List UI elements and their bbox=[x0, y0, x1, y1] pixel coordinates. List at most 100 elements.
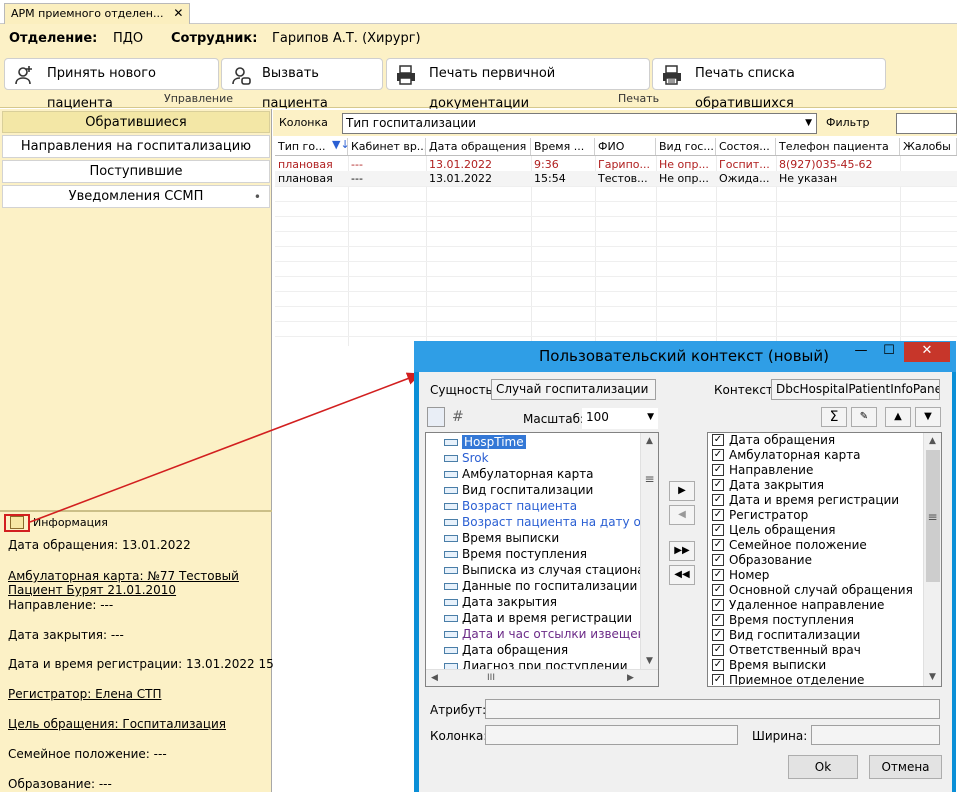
tree-item-label: Дата и час отсылки извещения bbox=[462, 627, 640, 641]
checkbox[interactable]: ✓ bbox=[712, 584, 724, 596]
tree-item[interactable]: +Данные по госпитализации bbox=[444, 579, 638, 594]
sum-button[interactable]: Σ bbox=[821, 407, 847, 427]
tree-list: HospTime Srok +Амбулаторная картаВид госпи… bbox=[444, 435, 640, 669]
checkbox[interactable]: ✓ bbox=[712, 629, 724, 641]
checkbox[interactable]: ✓ bbox=[712, 464, 724, 476]
tree-item[interactable]: HospTime bbox=[444, 435, 526, 450]
checkbox[interactable]: ✓ bbox=[712, 569, 724, 581]
context-item-label: Дата обращения bbox=[729, 433, 836, 447]
context-item-label: Приемное отделение bbox=[729, 673, 865, 685]
field-icon bbox=[444, 439, 458, 446]
checkbox[interactable]: ✓ bbox=[712, 614, 724, 626]
context-item-label: Цель обращения bbox=[729, 523, 836, 537]
maximize-icon[interactable]: ☐ bbox=[876, 342, 902, 362]
move-left-button[interactable]: ◀ bbox=[669, 505, 695, 525]
scroll-up-icon[interactable]: ▲ bbox=[924, 433, 941, 449]
field-icon bbox=[444, 519, 458, 526]
move-up-button[interactable]: ▲ bbox=[885, 407, 911, 427]
tree-item[interactable]: +Выписка из случая стационарного bbox=[444, 563, 640, 578]
field-icon bbox=[444, 455, 458, 462]
field-icon bbox=[444, 471, 458, 478]
tree-item-label: Дата и время регистрации bbox=[462, 611, 633, 625]
tree-item[interactable]: Дата и час отсылки извещения bbox=[444, 627, 640, 642]
context-item-label: Регистратор bbox=[729, 508, 809, 522]
scroll-down-icon[interactable]: ▼ bbox=[924, 669, 941, 685]
checkbox[interactable]: ✓ bbox=[712, 524, 724, 536]
scrollbar[interactable]: ▲ ≡ ▼ bbox=[923, 433, 941, 686]
checkbox[interactable]: ✓ bbox=[712, 674, 724, 685]
checkbox[interactable]: ✓ bbox=[712, 659, 724, 671]
dialog-titlebar[interactable]: Пользовательский контекст (новый) — ☐ ✕ bbox=[414, 341, 956, 372]
tree-item-label: Возраст пациента bbox=[462, 499, 578, 513]
move-all-right-button[interactable]: ▶▶ bbox=[669, 541, 695, 561]
ok-button[interactable]: Ok bbox=[788, 755, 858, 779]
scroll-left-icon[interactable]: ◀ bbox=[426, 670, 443, 686]
scroll-down-icon[interactable]: ▼ bbox=[641, 653, 658, 669]
tree-item[interactable]: Дата обращения bbox=[444, 643, 568, 658]
context-item-label: Направление bbox=[729, 463, 814, 477]
context-item-label: Семейное положение bbox=[729, 538, 867, 552]
checkbox[interactable]: ✓ bbox=[712, 494, 724, 506]
scroll-grip-icon: ≡ bbox=[927, 510, 938, 524]
checkbox[interactable]: ✓ bbox=[712, 509, 724, 521]
checkbox[interactable]: ✓ bbox=[712, 434, 724, 446]
edit-pencil-icon[interactable]: ✎ bbox=[851, 407, 877, 427]
move-all-left-button[interactable]: ◀◀ bbox=[669, 565, 695, 585]
scroll-right-icon[interactable]: ▶ bbox=[622, 670, 639, 686]
checkbox[interactable]: ✓ bbox=[712, 644, 724, 656]
field-icon bbox=[444, 599, 458, 606]
context-item-label: Вид госпитализации bbox=[729, 628, 861, 642]
scale-value: 100 bbox=[586, 410, 609, 424]
attribute-field[interactable] bbox=[485, 699, 940, 719]
tree-item-label: Выписка из случая стационарного bbox=[462, 563, 640, 577]
minimize-icon[interactable]: — bbox=[848, 342, 874, 362]
tree-item[interactable]: Дата закрытия bbox=[444, 595, 557, 610]
move-right-button[interactable]: ▶ bbox=[669, 481, 695, 501]
context-item-label: Основной случай обращения bbox=[729, 583, 913, 597]
context-item-label: Образование bbox=[729, 553, 812, 567]
tree-item[interactable]: Время выписки bbox=[444, 531, 560, 546]
context-field: DbcHospitalPatientInfoPanelRece bbox=[771, 379, 940, 400]
tree-item[interactable]: Возраст пациента bbox=[444, 499, 578, 514]
grid-icon[interactable]: # bbox=[452, 409, 464, 425]
scale-select[interactable]: 100 ▼ bbox=[582, 408, 658, 429]
cancel-button[interactable]: Отмена bbox=[869, 755, 942, 779]
tree-item[interactable]: Srok bbox=[444, 451, 489, 466]
scrollbar-horizontal[interactable]: ◀ III ▶ bbox=[426, 669, 658, 686]
tree-item-label: Амбулаторная карта bbox=[462, 467, 594, 481]
tree-item[interactable]: Возраст пациента на дату обраще bbox=[444, 515, 640, 530]
scale-label: Масштаб: bbox=[523, 412, 585, 426]
checkbox[interactable]: ✓ bbox=[712, 479, 724, 491]
tree-item[interactable]: Вид госпитализации bbox=[444, 483, 593, 498]
scroll-up-icon[interactable]: ▲ bbox=[641, 433, 658, 449]
tree-item[interactable]: Дата и время регистрации bbox=[444, 611, 633, 626]
tree-item-label: Srok bbox=[462, 451, 489, 465]
field-icon bbox=[444, 615, 458, 622]
zoom-icon[interactable] bbox=[427, 407, 445, 427]
field-icon bbox=[444, 631, 458, 638]
tree-item-label: Время поступления bbox=[462, 547, 587, 561]
tree-item[interactable]: +Амбулаторная карта bbox=[444, 467, 594, 482]
field-icon bbox=[444, 583, 458, 590]
tree-item[interactable]: +Диагноз при поступлении bbox=[444, 659, 628, 669]
tree-item-label: Данные по госпитализации bbox=[462, 579, 638, 593]
checkbox[interactable]: ✓ bbox=[712, 449, 724, 461]
close-icon[interactable]: ✕ bbox=[904, 342, 950, 362]
context-item-label: Дата закрытия bbox=[729, 478, 824, 492]
context-item-label: Удаленное направление bbox=[729, 598, 885, 612]
scroll-thumb[interactable]: III bbox=[476, 670, 506, 686]
tree-item-label: HospTime bbox=[462, 435, 526, 449]
width-field[interactable] bbox=[811, 725, 940, 745]
context-item-label: Время поступления bbox=[729, 613, 854, 627]
scrollbar[interactable]: ▲ ≡ ▼ bbox=[640, 433, 658, 669]
field-icon bbox=[444, 503, 458, 510]
column-field[interactable] bbox=[485, 725, 738, 745]
move-down-button[interactable]: ▼ bbox=[915, 407, 941, 427]
scroll-thumb[interactable]: ≡ bbox=[641, 471, 658, 487]
tree-item[interactable]: Время поступления bbox=[444, 547, 587, 562]
tree-item-label: Возраст пациента на дату обраще bbox=[462, 515, 640, 529]
checkbox[interactable]: ✓ bbox=[712, 539, 724, 551]
checkbox[interactable]: ✓ bbox=[712, 554, 724, 566]
tree-item-label: Время выписки bbox=[462, 531, 560, 545]
checkbox[interactable]: ✓ bbox=[712, 599, 724, 611]
